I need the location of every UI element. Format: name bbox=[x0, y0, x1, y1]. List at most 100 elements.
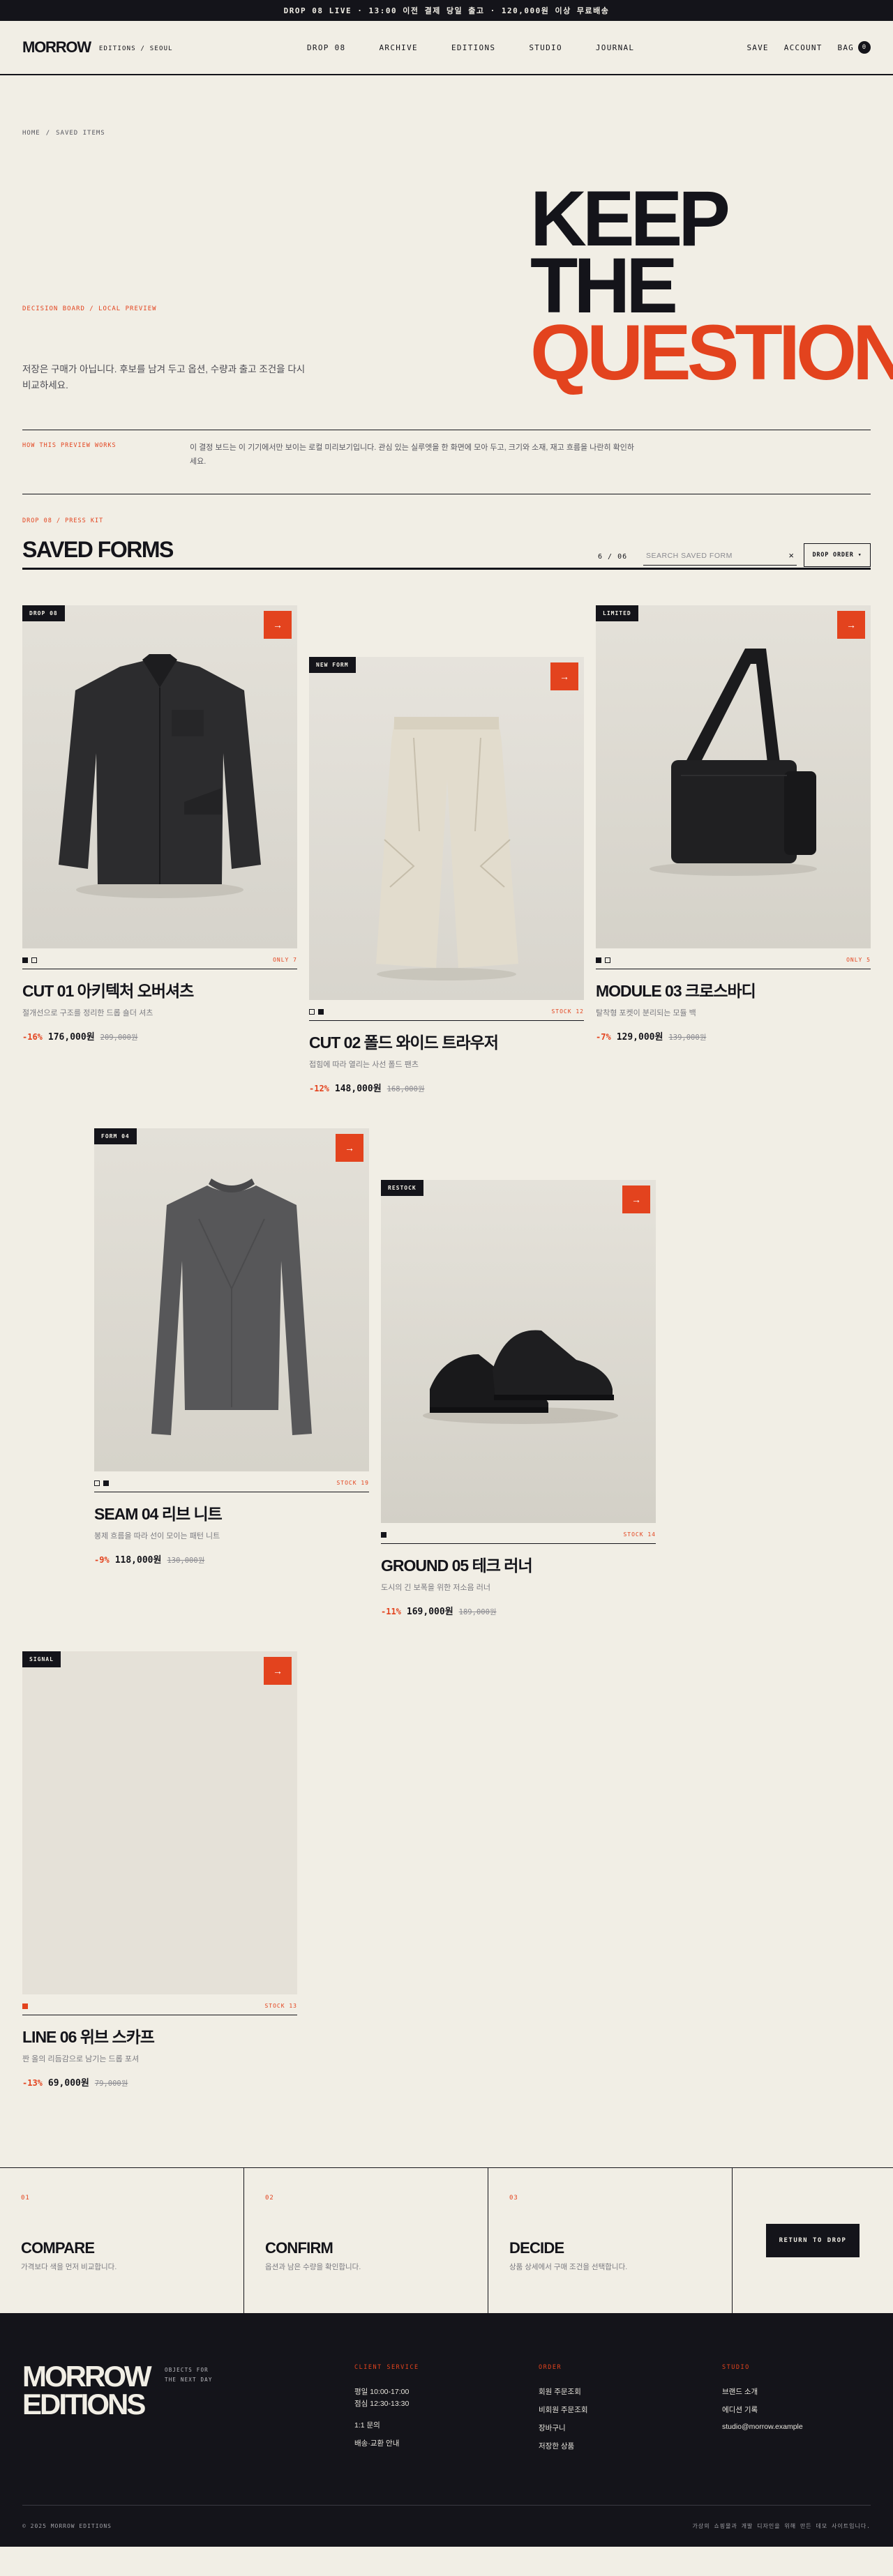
product-grid: DROP 08 → ONLY 7 CUT 01 아키텍처 오버셔츠 절개선으로 … bbox=[0, 605, 893, 2167]
product-description: 접힘에 따라 열리는 사선 폴드 팬츠 bbox=[309, 1061, 419, 1069]
nav-journal[interactable]: JOURNAL bbox=[596, 43, 634, 52]
footer-link[interactable]: 회원 주문조회 bbox=[539, 2386, 588, 2397]
step-title: DECIDE bbox=[509, 2239, 564, 2257]
main-nav: DROP 08 ARCHIVE EDITIONS STUDIO JOURNAL bbox=[307, 43, 634, 52]
footer-link[interactable]: 1:1 문의 bbox=[354, 2420, 419, 2430]
copyright: © 2025 MORROW EDITIONS bbox=[22, 2523, 112, 2529]
product-image[interactable]: LIMITED → bbox=[596, 605, 871, 948]
breadcrumb-home[interactable]: HOME bbox=[22, 130, 40, 137]
footer-hours: 평일 10:00-17:00 bbox=[354, 2388, 410, 2396]
footer-tagline-line2: THE NEXT DAY bbox=[165, 2377, 213, 2383]
logo[interactable]: MORROW bbox=[22, 38, 91, 56]
nav-editions[interactable]: EDITIONS bbox=[451, 43, 495, 52]
arrow-right-icon[interactable]: → bbox=[336, 1134, 363, 1162]
product-card[interactable]: NEW FORM → STOCK 12 CUT 02 폴드 와이드 트라우저 접… bbox=[309, 657, 584, 1094]
arrow-right-icon[interactable]: → bbox=[550, 662, 578, 690]
trousers-image bbox=[376, 717, 518, 980]
how-label: HOW THIS PREVIEW WORKS bbox=[22, 442, 117, 449]
swatch-red[interactable] bbox=[22, 2003, 28, 2009]
swatch-black[interactable] bbox=[103, 1480, 109, 1486]
footer-logo[interactable]: MORROW EDITIONS bbox=[22, 2362, 152, 2419]
footer-email-link[interactable]: studio@morrow.example bbox=[722, 2423, 803, 2431]
sale-price: 176,000원 bbox=[47, 1032, 95, 1043]
swatch-black[interactable] bbox=[596, 957, 601, 963]
footer-link[interactable]: 비회원 주문조회 bbox=[539, 2404, 588, 2415]
swatch-grey[interactable] bbox=[94, 1480, 100, 1486]
footer-col-title: ORDER bbox=[539, 2364, 562, 2371]
swatch-ivory[interactable] bbox=[309, 1008, 315, 1015]
footer-link[interactable]: 배송·교환 안내 bbox=[354, 2438, 419, 2448]
knit-image bbox=[151, 1179, 312, 1435]
product-image[interactable]: NEW FORM → bbox=[309, 657, 584, 1000]
product-price: -12% 148,000원 168,000원 bbox=[309, 1081, 584, 1094]
discount-rate: -16% bbox=[22, 1032, 43, 1042]
swatch-black[interactable] bbox=[381, 1531, 387, 1538]
divider bbox=[22, 568, 871, 570]
product-image[interactable]: SIGNAL → bbox=[22, 1651, 297, 1994]
product-meta: ONLY 7 bbox=[22, 948, 297, 969]
footer-link[interactable]: 브랜드 소개 bbox=[722, 2386, 803, 2397]
arrow-right-icon[interactable]: → bbox=[622, 1185, 650, 1213]
discount-rate: -7% bbox=[596, 1032, 611, 1042]
nav-archive[interactable]: ARCHIVE bbox=[379, 43, 417, 52]
sort-select[interactable]: DROP ORDER ▾ bbox=[804, 543, 871, 567]
product-card[interactable]: RESTOCK → STOCK 14 GROUND 05 테크 러너 도시의 긴… bbox=[381, 1180, 656, 1617]
save-link[interactable]: SAVE bbox=[746, 43, 768, 52]
sale-price: 69,000원 bbox=[47, 2078, 89, 2089]
step-decide: 03 DECIDE 상품 상세에서 구매 조건을 선택합니다. bbox=[488, 2168, 733, 2313]
product-card[interactable]: FORM 04 → STOCK 19 SEAM 04 리브 니트 봉제 흐름을 … bbox=[94, 1128, 369, 1566]
swatch-grey[interactable] bbox=[31, 957, 37, 963]
logo-subtitle: EDITIONS / SEOUL bbox=[98, 45, 173, 52]
bag-label: BAG bbox=[837, 43, 854, 52]
site-header: MORROW EDITIONS / SEOUL DROP 08 ARCHIVE … bbox=[0, 21, 893, 75]
stock-status: STOCK 14 bbox=[623, 1531, 656, 1538]
stock-status: STOCK 13 bbox=[264, 2003, 297, 2009]
arrow-right-icon[interactable]: → bbox=[264, 611, 292, 639]
footer-tagline-line1: OBJECTS FOR bbox=[165, 2367, 209, 2373]
sale-price: 118,000원 bbox=[114, 1555, 162, 1566]
original-price: 189,000원 bbox=[458, 1608, 497, 1616]
discount-rate: -12% bbox=[309, 1084, 329, 1093]
search-input[interactable] bbox=[646, 551, 789, 560]
product-card[interactable]: LIMITED → ONLY 5 MODULE 03 크로스바디 탈착형 포켓이… bbox=[596, 605, 871, 1043]
nav-drop[interactable]: DROP 08 bbox=[307, 43, 345, 52]
stock-status: STOCK 19 bbox=[336, 1480, 369, 1486]
product-name[interactable]: SEAM 04 리브 니트 bbox=[94, 1501, 369, 1524]
product-card[interactable]: DROP 08 → ONLY 7 CUT 01 아키텍처 오버셔츠 절개선으로 … bbox=[22, 605, 297, 1043]
swatch-black[interactable] bbox=[22, 957, 28, 963]
return-to-drop-button[interactable]: RETURN TO DROP bbox=[766, 2224, 860, 2257]
product-image[interactable]: FORM 04 → bbox=[94, 1128, 369, 1471]
product-meta: ONLY 5 bbox=[596, 948, 871, 969]
arrow-right-icon[interactable]: → bbox=[837, 611, 865, 639]
footer-link[interactable]: 저장한 상품 bbox=[539, 2441, 588, 2451]
product-badge: LIMITED bbox=[596, 605, 638, 621]
product-name[interactable]: CUT 01 아키텍처 오버셔츠 bbox=[22, 978, 297, 1001]
sneakers-image bbox=[423, 1330, 618, 1424]
account-link[interactable]: ACCOUNT bbox=[784, 43, 823, 52]
original-price: 130,000원 bbox=[167, 1556, 205, 1565]
clear-icon[interactable]: × bbox=[788, 550, 794, 561]
arrow-right-icon[interactable]: → bbox=[264, 1657, 292, 1685]
swatch-black[interactable] bbox=[318, 1008, 324, 1015]
product-description: 봉제 흐름을 따라 선이 모이는 패턴 니트 bbox=[94, 1532, 220, 1540]
product-image[interactable]: RESTOCK → bbox=[381, 1180, 656, 1523]
list-title: SAVED FORMS bbox=[22, 537, 174, 562]
original-price: 168,000원 bbox=[387, 1085, 425, 1093]
step-number: 02 bbox=[265, 2195, 274, 2202]
product-name[interactable]: LINE 06 위브 스카프 bbox=[22, 2024, 297, 2047]
footer-link[interactable]: 장바구니 bbox=[539, 2423, 588, 2433]
nav-studio[interactable]: STUDIO bbox=[529, 43, 562, 52]
product-card[interactable]: SIGNAL → STOCK 13 LINE 06 위브 스카프 짠 올의 리듬… bbox=[22, 1651, 297, 2089]
step-compare: 01 COMPARE 가격보다 색을 먼저 비교합니다. bbox=[0, 2168, 244, 2313]
search-field: × bbox=[643, 546, 797, 566]
product-name[interactable]: CUT 02 폴드 와이드 트라우저 bbox=[309, 1029, 584, 1053]
color-swatches bbox=[22, 2003, 28, 2009]
product-description: 절개선으로 구조를 정리한 드롭 숄더 셔츠 bbox=[22, 1009, 153, 1017]
color-swatches bbox=[596, 957, 610, 963]
footer-link[interactable]: 에디션 기록 bbox=[722, 2404, 803, 2415]
swatch-grey[interactable] bbox=[605, 957, 610, 963]
product-name[interactable]: MODULE 03 크로스바디 bbox=[596, 978, 871, 1001]
product-image[interactable]: DROP 08 → bbox=[22, 605, 297, 948]
product-name[interactable]: GROUND 05 테크 러너 bbox=[381, 1552, 656, 1576]
bag-button[interactable]: BAG 0 bbox=[838, 41, 871, 54]
